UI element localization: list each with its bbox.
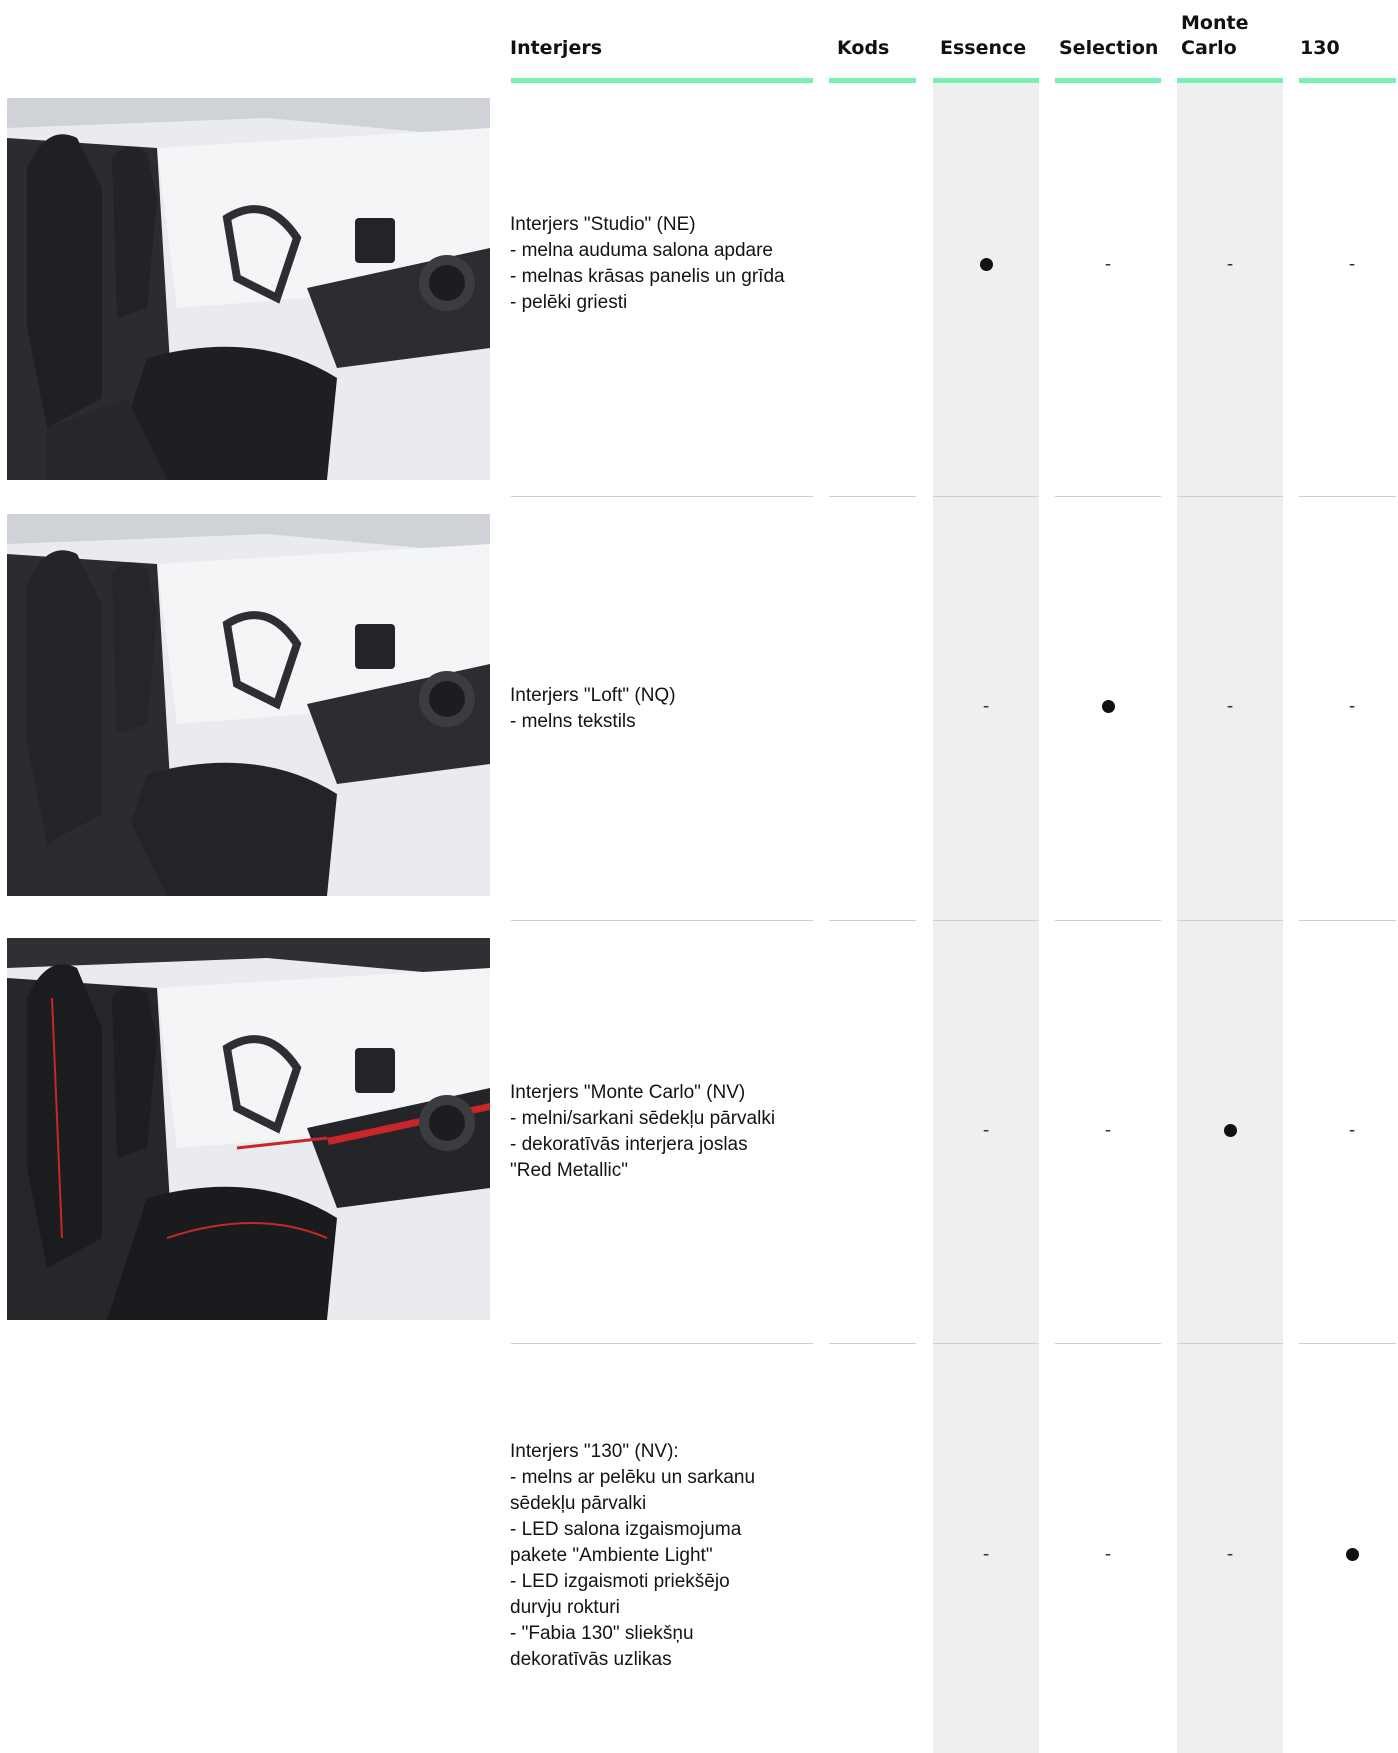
header-underline-monte-carlo	[1177, 78, 1283, 83]
row-3-monte-carlo	[1210, 1121, 1250, 1141]
monte-carlo-column-shade	[1177, 78, 1283, 1753]
header-monte-carlo: Monte Carlo	[1181, 11, 1248, 61]
header-selection: Selection	[1059, 37, 1159, 59]
header-monte-carlo-line2: Carlo	[1181, 37, 1237, 59]
row-4-monte-carlo: -	[1226, 1544, 1234, 1565]
row-3-130: -	[1348, 1120, 1356, 1141]
header-underline-selection	[1055, 78, 1161, 83]
row-4-description: Interjers "130" (NV): - melns ar pelēku …	[510, 1441, 756, 1670]
essence-column-shade	[933, 78, 1039, 1753]
header-monte-carlo-line1: Monte	[1181, 12, 1249, 34]
row-4-selection: -	[1104, 1544, 1112, 1565]
row-1-essence	[966, 255, 1006, 275]
row-3-selection: -	[1104, 1120, 1112, 1141]
included-dot-icon	[979, 258, 993, 272]
interior-monte-carlo-photo	[7, 938, 490, 1320]
included-dot-icon	[1101, 700, 1115, 714]
header-130: 130	[1300, 37, 1340, 59]
row-1-monte-carlo: -	[1226, 254, 1234, 275]
row-2-130: -	[1348, 696, 1356, 717]
row-2-essence: -	[982, 696, 990, 717]
row-4-essence: -	[982, 1544, 990, 1565]
row-3-essence: -	[982, 1120, 990, 1141]
row-1-description: Interjers "Studio" (NE) - melna auduma s…	[510, 214, 785, 313]
header-underline-code	[829, 78, 916, 83]
header-essence: Essence	[940, 37, 1027, 59]
row-4-130	[1332, 1545, 1372, 1565]
row-3-description: Interjers "Monte Carlo" (NV) - melni/sar…	[510, 1082, 776, 1181]
header-interior: Interjers	[510, 37, 603, 59]
header-underline-essence	[933, 78, 1039, 83]
included-dot-icon	[1223, 1124, 1237, 1138]
header-code: Kods	[837, 37, 890, 59]
header-underline-130	[1299, 78, 1396, 83]
header-underline-interior	[511, 78, 813, 83]
row-2-description: Interjers "Loft" (NQ) - melns tekstils	[510, 685, 676, 732]
row-1-selection: -	[1104, 254, 1112, 275]
row-2-selection	[1088, 697, 1128, 717]
included-dot-icon	[1345, 1548, 1359, 1562]
row-2-monte-carlo: -	[1226, 696, 1234, 717]
row-1-130: -	[1348, 254, 1356, 275]
interior-loft-photo	[7, 514, 490, 896]
interior-studio-photo	[7, 98, 490, 480]
